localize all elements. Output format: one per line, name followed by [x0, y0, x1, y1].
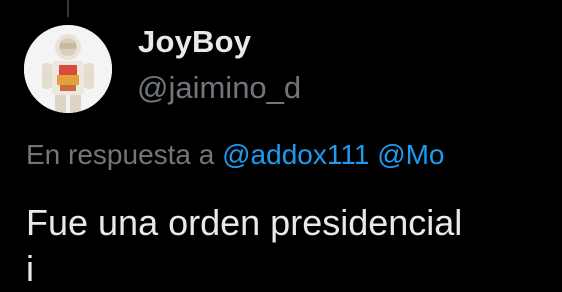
avatar[interactable]	[24, 25, 112, 113]
mention-link[interactable]: @addox111	[222, 139, 369, 170]
tweet-text: Fue una orden presidencial i	[26, 200, 462, 292]
reply-prefix: En respuesta a	[26, 139, 215, 170]
author-display-name[interactable]: JoyBoy	[138, 24, 251, 60]
author-handle[interactable]: @jaimino_d	[137, 70, 301, 106]
reply-context: En respuesta a @addox111 @Mo	[26, 139, 445, 171]
tweet-text-line: Fue una orden presidencial	[26, 202, 463, 243]
mention-link[interactable]: @Mo	[377, 139, 444, 170]
thread-connector-line	[67, 0, 69, 17]
tweet-text-line: i	[26, 248, 34, 289]
anatomy-toy-figure-icon	[24, 25, 112, 113]
